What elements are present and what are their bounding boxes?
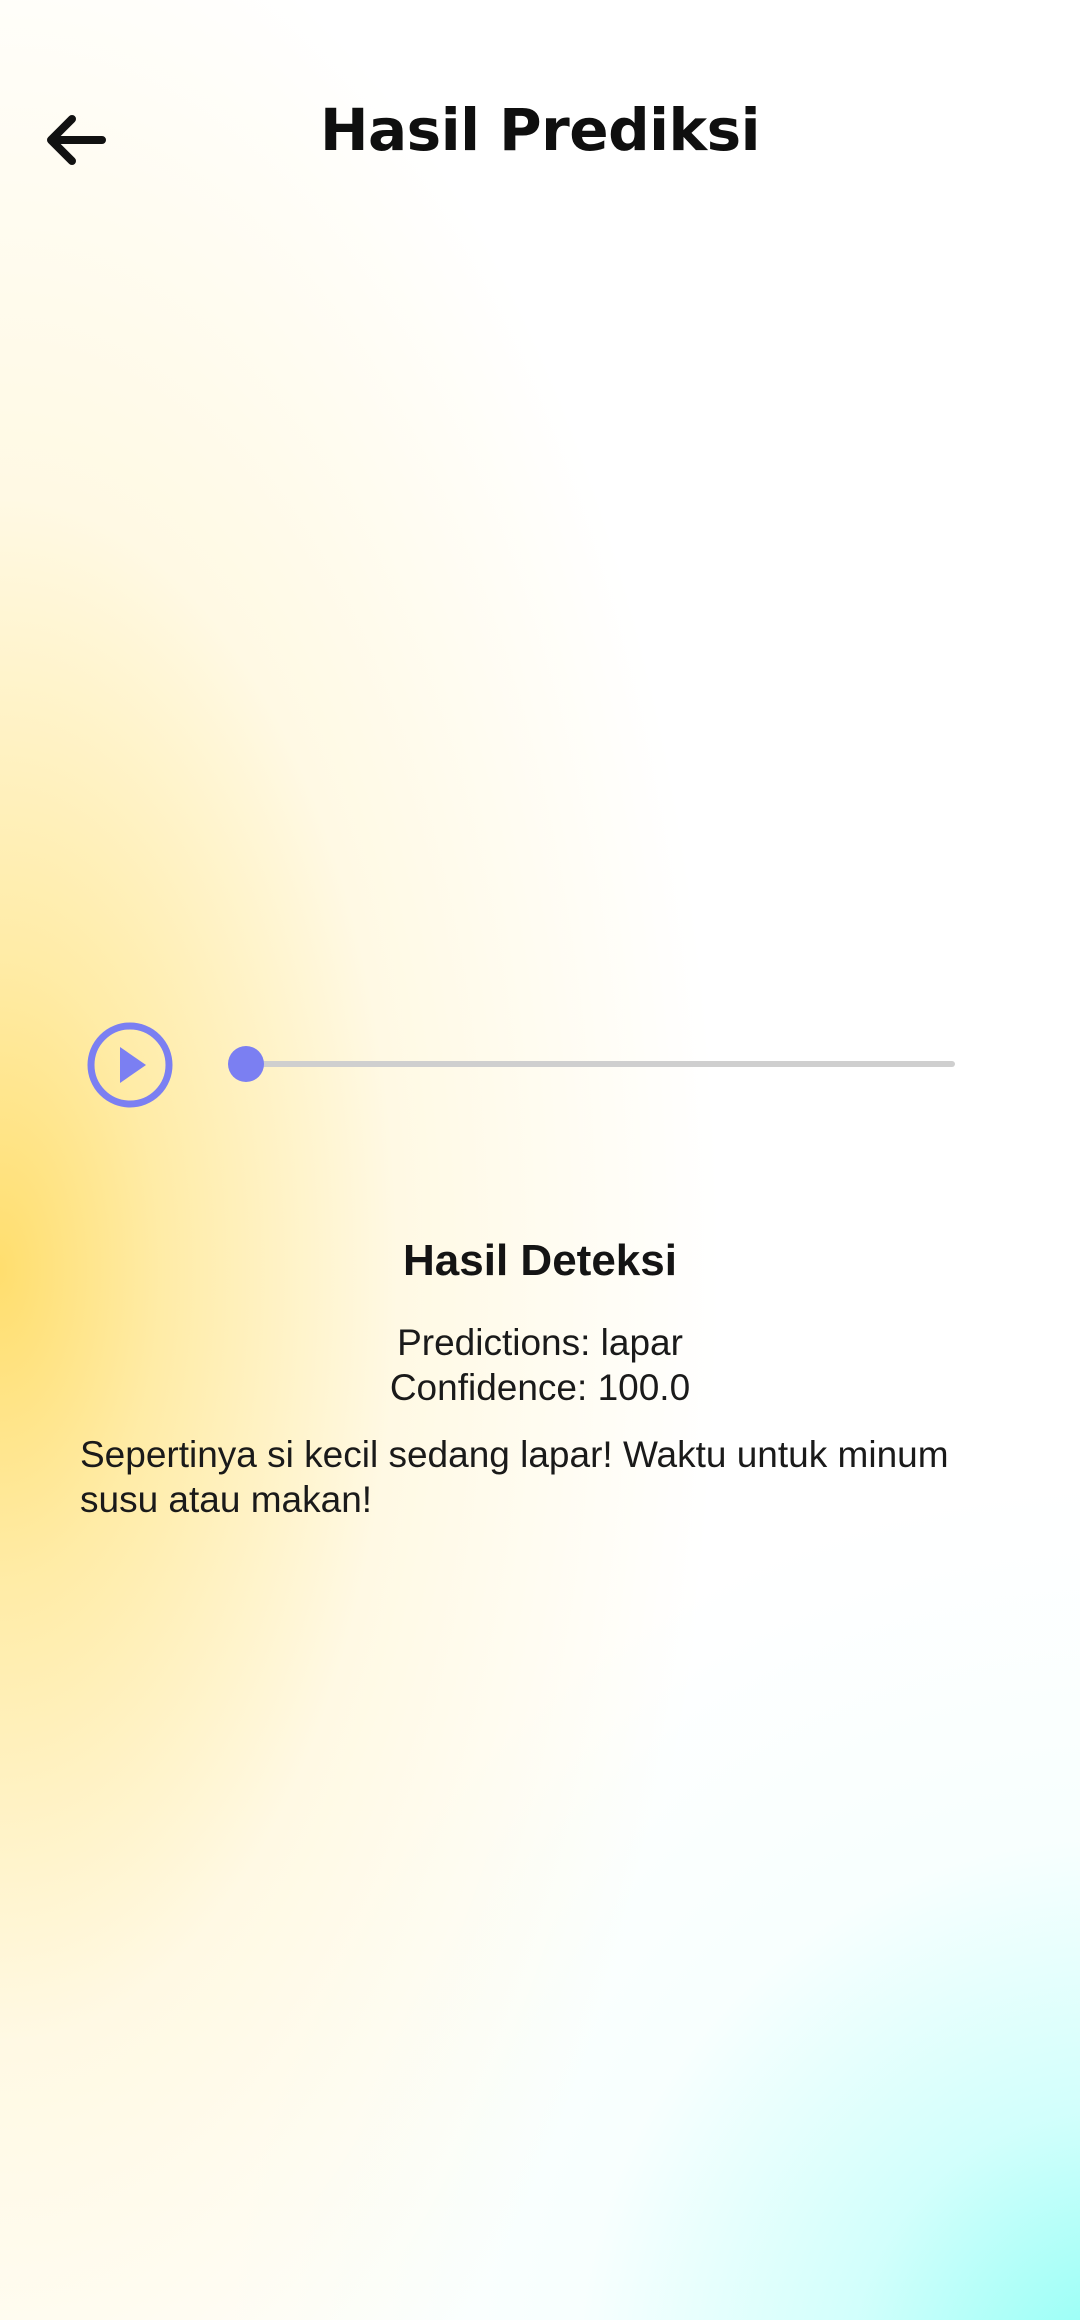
audio-player	[85, 1020, 965, 1110]
seek-thumb[interactable]	[228, 1046, 264, 1082]
app-header: Hasil Prediksi	[0, 70, 1080, 200]
result-title: Hasil Deteksi	[403, 1236, 677, 1285]
play-button[interactable]	[85, 1020, 175, 1110]
page-title: Hasil Prediksi	[320, 96, 760, 164]
confidence-text: Confidence: 100.0	[389, 1367, 691, 1408]
seek-bar[interactable]	[228, 1061, 955, 1067]
play-circle-icon	[87, 1022, 173, 1108]
result-message: Sepertinya si kecil sedang lapar! Waktu …	[80, 1434, 949, 1520]
prediction-text: Predictions: lapar	[397, 1322, 683, 1363]
